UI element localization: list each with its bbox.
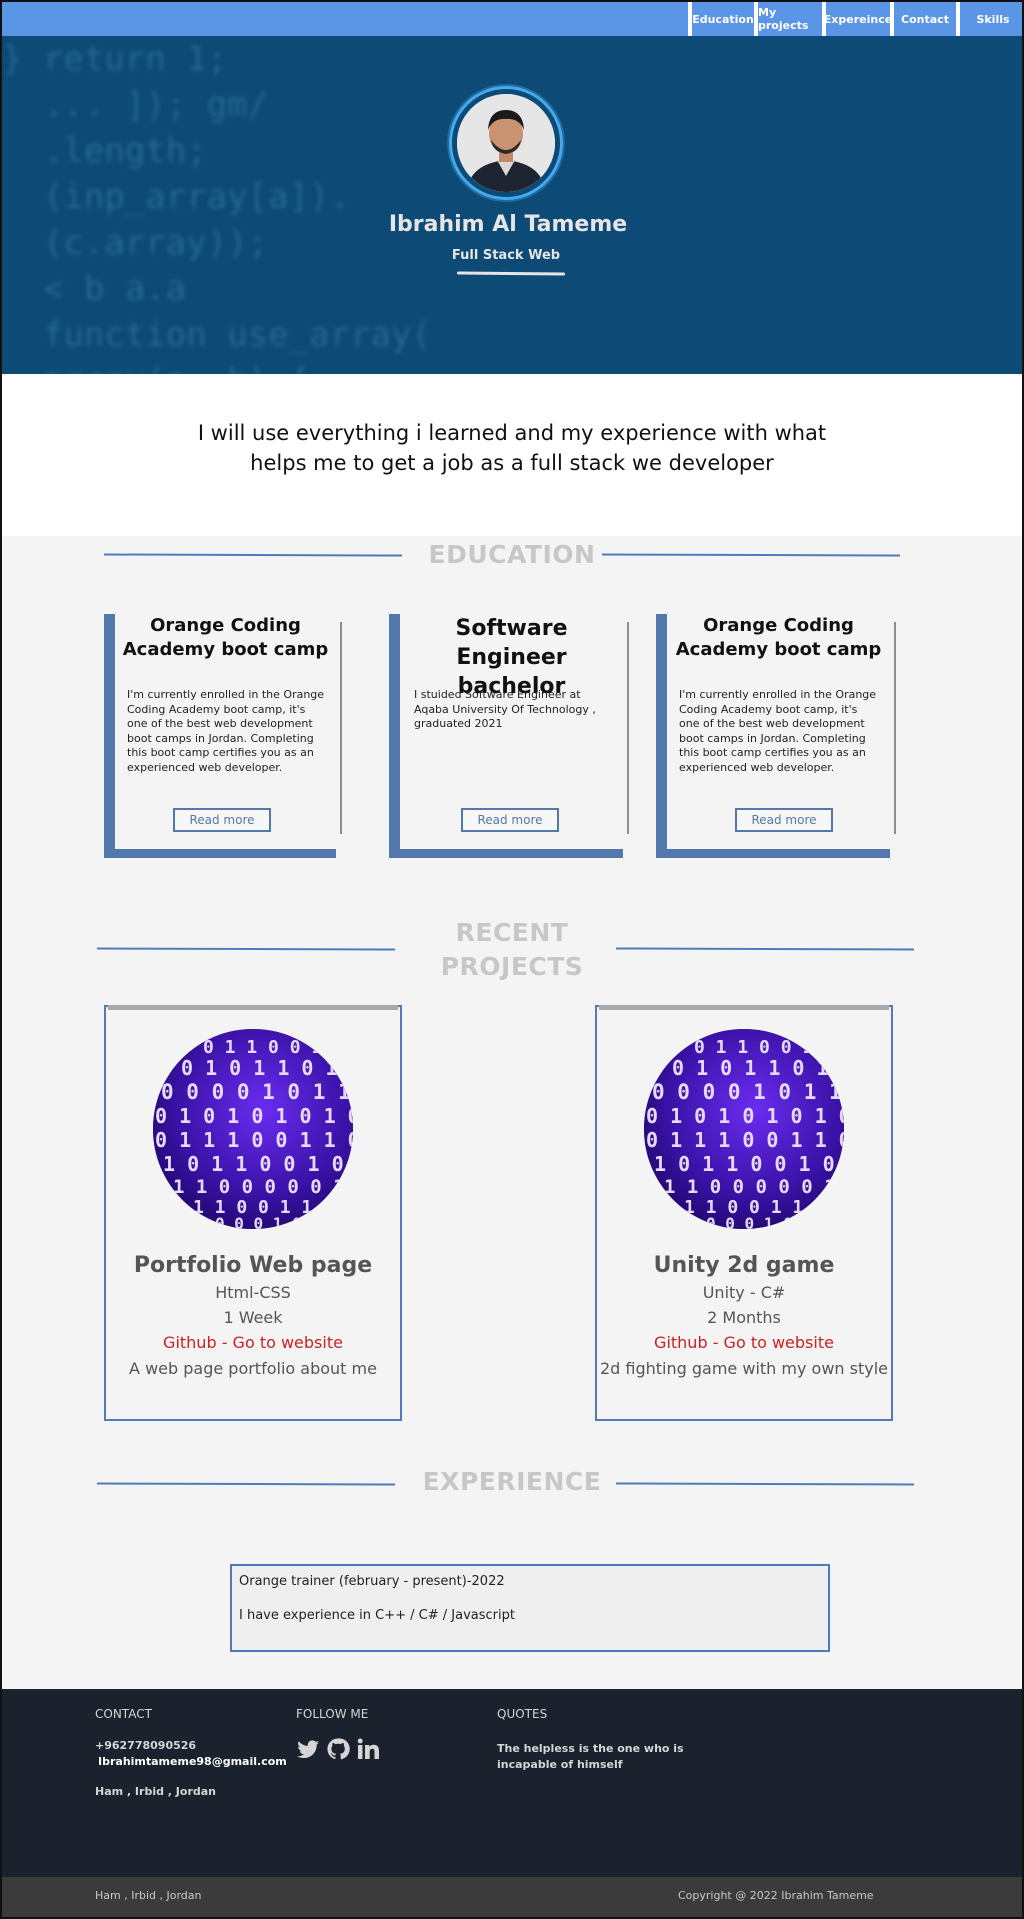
- education-card: Software Engineer bachelor I stuided Sof…: [389, 614, 629, 858]
- quote-text: The helpless is the one who is incapable…: [497, 1742, 684, 1771]
- card-edge: [627, 622, 629, 834]
- binary-row: 0 1 0 1 0 1 0 1 0 1: [155, 1104, 353, 1128]
- read-more-button[interactable]: Read more: [173, 808, 271, 832]
- binary-row: 0 0 0 1 0 1: [215, 1214, 321, 1229]
- contact-phone: +962778090526: [95, 1739, 197, 1752]
- binary-row: 0 1 1 0 0 1: [203, 1037, 322, 1058]
- top-nav: Education My projects Expereince Contact…: [2, 2, 1022, 36]
- github-link[interactable]: Github - Go to website: [654, 1333, 834, 1352]
- experience-box: Orange trainer (february - present)-2022…: [230, 1564, 830, 1652]
- project-card: 0 1 1 0 0 1 0 1 0 1 1 0 1 0 0 0 0 1 0 1 …: [104, 1005, 402, 1421]
- project-card-topbar: [599, 1005, 889, 1010]
- nav-education[interactable]: Education: [688, 2, 754, 36]
- binary-row: 0 1 0 1 1 0 1: [672, 1056, 829, 1080]
- project-link-wrapper: Github - Go to website: [106, 1333, 400, 1352]
- binary-row: 0 0 0 0 1 0 1 1 0: [652, 1080, 844, 1104]
- contact-heading: CONTACT: [95, 1707, 152, 1721]
- education-card-title: Orange Coding Academy boot camp: [675, 615, 882, 660]
- project-card-topbar: [108, 1005, 398, 1010]
- education-card-title: Orange Coding Academy boot camp: [122, 615, 329, 660]
- education-card-description: I'm currently enrolled in the Orange Cod…: [127, 688, 325, 774]
- copyright-text: Copyright @ 2022 Ibrahim Tameme: [678, 1889, 874, 1902]
- twitter-icon[interactable]: [296, 1737, 320, 1761]
- experience-line: I have experience in C++ / C# / Javascri…: [239, 1608, 515, 1623]
- binary-row: 0 1 0 1 1 0 1: [181, 1056, 338, 1080]
- hero-banner: } return 1; ... ]); gm/ .length; (inp_ar…: [2, 36, 1022, 374]
- page: Education My projects Expereince Contact…: [0, 0, 1024, 1919]
- hero-name: Ibrahim Al Tameme: [388, 212, 628, 237]
- binary-code-image: 0 1 1 0 0 1 0 1 0 1 1 0 1 0 0 0 0 1 0 1 …: [153, 1029, 353, 1229]
- binary-code-image: 0 1 1 0 0 1 0 1 0 1 1 0 1 0 0 0 0 1 0 1 …: [644, 1029, 844, 1229]
- avatar: [457, 94, 555, 192]
- footer-location: Ham , Irbid , Jordan: [95, 1889, 202, 1902]
- binary-row: 0 1 0 1 0 1 0 1 0 1: [646, 1104, 844, 1128]
- read-more-button[interactable]: Read more: [735, 808, 833, 832]
- binary-row: 1 1 0 0 0 0 0 1: [173, 1176, 345, 1198]
- project-title: Portfolio Web page: [133, 1253, 373, 1278]
- project-link-wrapper: Github - Go to website: [597, 1333, 891, 1352]
- hero-role: Full Stack Web: [451, 248, 561, 263]
- nav-my-projects[interactable]: My projects: [754, 2, 822, 36]
- card-edge: [340, 622, 342, 834]
- experience-title: EXPERIENCE: [422, 1467, 602, 1496]
- project-tech: Html-CSS: [215, 1283, 291, 1302]
- contact-address: Ham , Irbid , Jordan: [95, 1785, 217, 1798]
- education-card: Orange Coding Academy boot camp I'm curr…: [104, 614, 342, 858]
- contact-email[interactable]: Ibrahimtameme98@gmail.com: [98, 1755, 287, 1768]
- binary-row: 0 1 1 0 0 1: [694, 1037, 813, 1058]
- linkedin-icon[interactable]: [356, 1737, 380, 1761]
- binary-row: 0 0 0 0 1 0 1 1 0: [161, 1080, 353, 1104]
- experience-line: Orange trainer (february - present)-2022: [239, 1574, 505, 1589]
- education-title: EDUCATION: [428, 540, 596, 569]
- project-description: A web page portfolio about me: [129, 1359, 377, 1378]
- nav-skills[interactable]: Skills: [956, 2, 1022, 36]
- education-card: Orange Coding Academy boot camp I'm curr…: [656, 614, 896, 858]
- binary-code-graphic: 0 1 1 0 0 1 0 1 0 1 1 0 1 0 0 0 0 1 0 1 …: [644, 1029, 844, 1229]
- binary-row: 1 1 0 0 0 0 0 1: [664, 1176, 836, 1198]
- footer: CONTACT +962778090526 Ibrahimtameme98@gm…: [2, 1689, 1022, 1877]
- github-link[interactable]: Github - Go to website: [163, 1333, 343, 1352]
- nav-contact[interactable]: Contact: [890, 2, 956, 36]
- project-title: Unity 2d game: [653, 1253, 835, 1278]
- binary-row: 0 1 1 1 0 0 1 1 0 1: [155, 1128, 353, 1152]
- project-card: 0 1 1 0 0 1 0 1 0 1 1 0 1 0 0 0 0 1 0 1 …: [595, 1005, 893, 1421]
- binary-code-graphic: 0 1 1 0 0 1 0 1 0 1 1 0 1 0 0 0 0 1 0 1 …: [153, 1029, 353, 1229]
- follow-heading: FOLLOW ME: [296, 1707, 369, 1721]
- read-more-button[interactable]: Read more: [461, 808, 559, 832]
- project-tech: Unity - C#: [702, 1283, 786, 1302]
- github-icon[interactable]: [326, 1737, 350, 1761]
- quotes-heading: QUOTES: [497, 1707, 548, 1721]
- education-card-description: I stuided Software Engineer at Aqaba Uni…: [414, 688, 596, 730]
- binary-row: 1 0 1 1 0 0 1 0: [163, 1152, 344, 1176]
- binary-row: 1 0 1 1 0 0 1 0: [654, 1152, 835, 1176]
- intro-section: I will use everything i learned and my e…: [2, 374, 1022, 536]
- project-description: 2d fighting game with my own style: [599, 1359, 888, 1378]
- intro-text: I will use everything i learned and my e…: [197, 421, 827, 475]
- nav-experience[interactable]: Expereince: [822, 2, 892, 36]
- binary-row: 0 1 1 1 0 0 1 1 0 1: [646, 1128, 844, 1152]
- card-edge: [894, 622, 896, 834]
- binary-row: 0 0 0 1 0 1: [706, 1214, 812, 1229]
- project-duration: 1 Week: [223, 1308, 283, 1327]
- projects-title: RECENT PROJECTS: [440, 918, 584, 981]
- footer-bottom-bar: Ham , Irbid , Jordan Copyright @ 2022 Ib…: [2, 1877, 1022, 1917]
- project-duration: 2 Months: [707, 1308, 781, 1327]
- education-card-description: I'm currently enrolled in the Orange Cod…: [679, 688, 877, 774]
- avatar-portrait: [457, 94, 555, 192]
